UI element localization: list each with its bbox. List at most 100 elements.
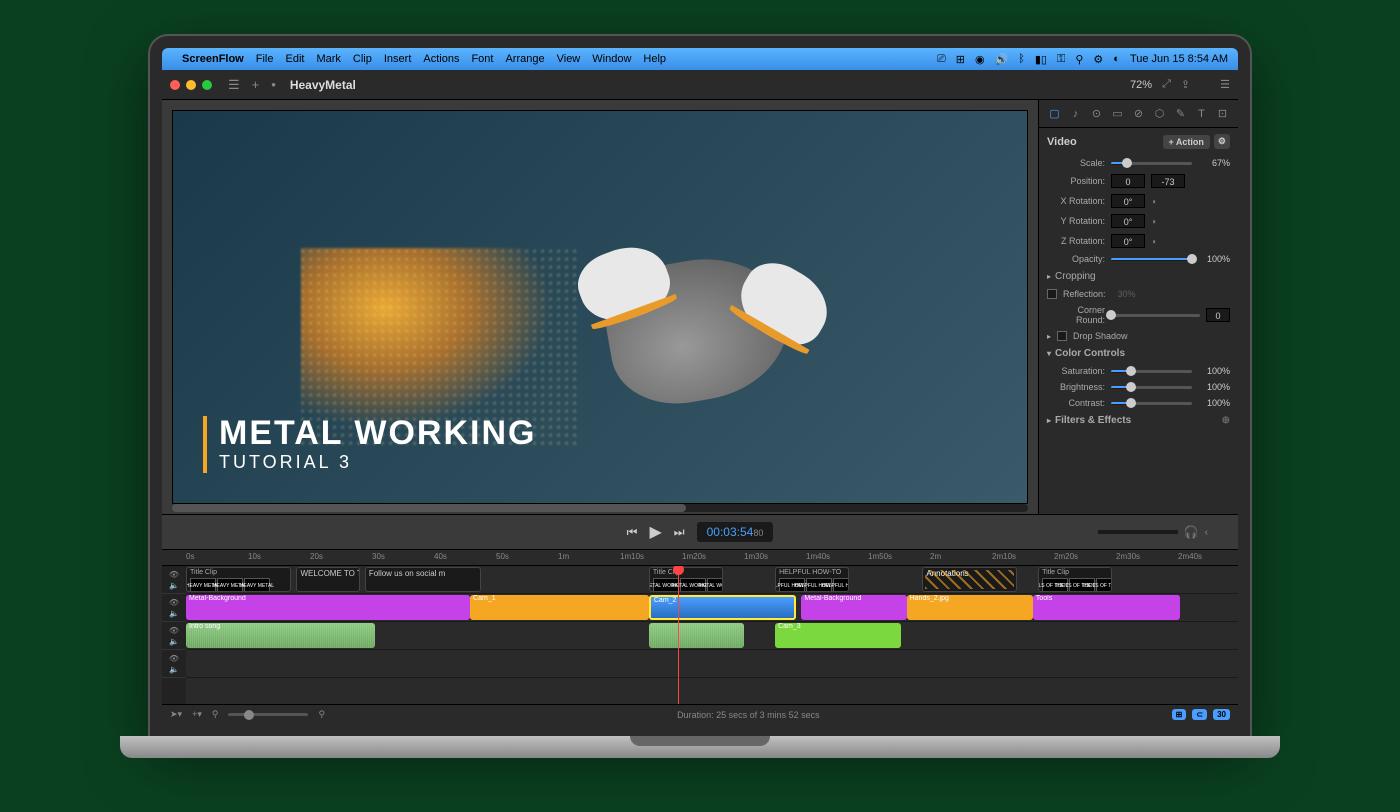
- timeline-zoom-slider[interactable]: [228, 713, 308, 716]
- corner-round-value[interactable]: 0: [1206, 308, 1230, 322]
- tab-callout-icon[interactable]: ▭: [1110, 106, 1125, 121]
- timeline-clip[interactable]: Title ClipMETAL WORKINGMETAL WORKINGMETA…: [649, 567, 723, 592]
- y-rotation-input[interactable]: 0°: [1111, 214, 1145, 228]
- corner-round-slider[interactable]: [1111, 314, 1200, 317]
- canvas-scrollbar[interactable]: [172, 504, 1028, 512]
- menu-font[interactable]: Font: [471, 53, 493, 65]
- timeline-clip[interactable]: HELPFUL HOW-TOHELPFUL HOW-TO'SHELPFUL HO…: [775, 567, 849, 592]
- timeline-clip[interactable]: Title ClipHEAVY METALHEAVY METALHEAVY ME…: [186, 567, 291, 592]
- menu-edit[interactable]: Edit: [285, 53, 304, 65]
- track-visible-icon[interactable]: 👁: [169, 626, 179, 635]
- timeline-track-1[interactable]: Title ClipHEAVY METALHEAVY METALHEAVY ME…: [186, 566, 1238, 594]
- playhead[interactable]: [678, 566, 679, 704]
- fps-badge[interactable]: 30: [1213, 709, 1230, 720]
- control-center-icon[interactable]: ⚙: [1093, 53, 1103, 66]
- timecode-display[interactable]: 00:03:5480: [697, 522, 774, 542]
- volume-icon[interactable]: 🔊: [995, 53, 1009, 66]
- expand-icon[interactable]: ‹: [1205, 527, 1208, 538]
- menubar-datetime[interactable]: Tue Jun 15 8:54 AM: [1130, 53, 1228, 65]
- drop-shadow-checkbox[interactable]: [1057, 331, 1067, 341]
- pointer-tool-icon[interactable]: ➤▾: [170, 709, 182, 720]
- timeline-track-3[interactable]: Intro song Cam_3: [186, 622, 1238, 650]
- timeline-track-2[interactable]: Metal-BackgroundCam_1Cam_2Metal-Backgrou…: [186, 594, 1238, 622]
- tab-text2-icon[interactable]: T: [1194, 106, 1209, 121]
- menu-actions[interactable]: Actions: [423, 53, 459, 65]
- inspector-gear-icon[interactable]: ⚙: [1214, 134, 1230, 149]
- timeline-clip[interactable]: Follow us on social m: [365, 567, 481, 592]
- menu-arrange[interactable]: Arrange: [505, 53, 544, 65]
- tab-video-icon[interactable]: ▢: [1047, 106, 1062, 121]
- track-audio-icon[interactable]: 🔈: [169, 637, 179, 646]
- menu-window[interactable]: Window: [592, 53, 631, 65]
- camera-icon[interactable]: ⎚: [937, 53, 946, 66]
- play-button[interactable]: ▶: [649, 522, 661, 542]
- filters-effects-section[interactable]: ▸Filters & Effects⊕: [1039, 411, 1238, 430]
- tab-screen-icon[interactable]: ⊙: [1089, 106, 1104, 121]
- x-rotation-input[interactable]: 0°: [1111, 194, 1145, 208]
- add-button[interactable]: +: [252, 77, 260, 92]
- magnet-icon[interactable]: ⊂: [1192, 709, 1207, 720]
- add-track-icon[interactable]: +▾: [192, 709, 202, 720]
- color-controls-section[interactable]: ▾Color Controls: [1039, 344, 1238, 363]
- saturation-slider[interactable]: [1111, 370, 1192, 373]
- timeline-clip[interactable]: Cam_3: [775, 623, 901, 648]
- cropping-section[interactable]: ▸Cropping: [1039, 267, 1238, 286]
- timeline-clip[interactable]: Cam_2: [649, 595, 796, 620]
- siri-icon[interactable]: ◐: [1113, 53, 1120, 65]
- y-rotation-dial-icon[interactable]: ◑: [1151, 217, 1161, 226]
- share-icon[interactable]: ⇪: [1181, 78, 1190, 91]
- track-visible-icon[interactable]: 👁: [169, 570, 179, 579]
- window-maximize-button[interactable]: [202, 80, 212, 90]
- timeline-clip[interactable]: Intro song: [186, 623, 375, 648]
- battery-icon[interactable]: ▮▯: [1035, 53, 1047, 66]
- brightness-slider[interactable]: [1111, 386, 1192, 389]
- crop-icon[interactable]: ⤢: [1162, 78, 1171, 91]
- track-audio-icon[interactable]: 🔈: [169, 609, 179, 618]
- contrast-slider[interactable]: [1111, 402, 1192, 405]
- headphone-icon[interactable]: 🎧: [1184, 525, 1199, 539]
- tab-annotations-icon[interactable]: ⬡: [1152, 106, 1167, 121]
- track-audio-icon[interactable]: 🔈: [169, 581, 179, 590]
- tab-media-icon[interactable]: ⊡: [1215, 106, 1230, 121]
- menu-clip[interactable]: Clip: [353, 53, 372, 65]
- track-audio-icon[interactable]: 🔈: [169, 665, 179, 674]
- timeline-ruler[interactable]: 0s 10s 20s 30s 40s 50s 1m 1m10s 1m20s 1m…: [162, 550, 1238, 566]
- zoom-in-icon[interactable]: ⚲: [318, 709, 325, 720]
- creative-cloud-icon[interactable]: ◉: [975, 53, 985, 66]
- skip-forward-button[interactable]: ⏭: [674, 525, 685, 540]
- timeline-clip[interactable]: Metal-Background: [801, 595, 906, 620]
- zoom-percent-label[interactable]: 72%: [1130, 79, 1152, 91]
- opacity-slider[interactable]: [1111, 258, 1192, 261]
- menubar-app-name[interactable]: ScreenFlow: [182, 53, 244, 65]
- timeline-clip[interactable]: WELCOME TO THE: [296, 567, 359, 592]
- timeline-clip[interactable]: Hands_2.jpg: [907, 595, 1033, 620]
- track-visible-icon[interactable]: 👁: [169, 598, 179, 607]
- wifi-icon[interactable]: ⚿: [1057, 53, 1065, 66]
- search-icon[interactable]: ⚲: [1075, 53, 1083, 66]
- preview-canvas[interactable]: METAL WORKING TUTORIAL 3: [162, 100, 1038, 514]
- menu-help[interactable]: Help: [643, 53, 666, 65]
- window-close-button[interactable]: [170, 80, 180, 90]
- snap-icon[interactable]: ⊞: [1172, 709, 1187, 720]
- add-filter-icon[interactable]: ⊕: [1222, 415, 1230, 426]
- dropbox-icon[interactable]: ⊞: [956, 53, 965, 66]
- tab-audio-icon[interactable]: ♪: [1068, 106, 1083, 121]
- scale-slider[interactable]: [1111, 162, 1192, 165]
- timeline-clip[interactable]: Tools: [1033, 595, 1180, 620]
- timeline-clip[interactable]: Metal-Background: [186, 595, 470, 620]
- sidebar-toggle-icon[interactable]: ☰: [228, 77, 240, 93]
- timeline-clip[interactable]: [649, 623, 744, 648]
- menu-insert[interactable]: Insert: [384, 53, 412, 65]
- track-visible-icon[interactable]: 👁: [169, 654, 179, 663]
- reflection-checkbox[interactable]: [1047, 289, 1057, 299]
- timeline-clip[interactable]: Annotations: [922, 567, 1017, 592]
- z-rotation-dial-icon[interactable]: ◑: [1151, 237, 1161, 246]
- menu-view[interactable]: View: [557, 53, 581, 65]
- position-x-input[interactable]: 0: [1111, 174, 1145, 188]
- record-icon[interactable]: •: [271, 77, 276, 92]
- bluetooth-icon[interactable]: ᛒ: [1018, 53, 1025, 65]
- x-rotation-dial-icon[interactable]: ◑: [1151, 197, 1161, 206]
- add-action-button[interactable]: + Action: [1163, 135, 1210, 149]
- menu-file[interactable]: File: [256, 53, 274, 65]
- z-rotation-input[interactable]: 0°: [1111, 234, 1145, 248]
